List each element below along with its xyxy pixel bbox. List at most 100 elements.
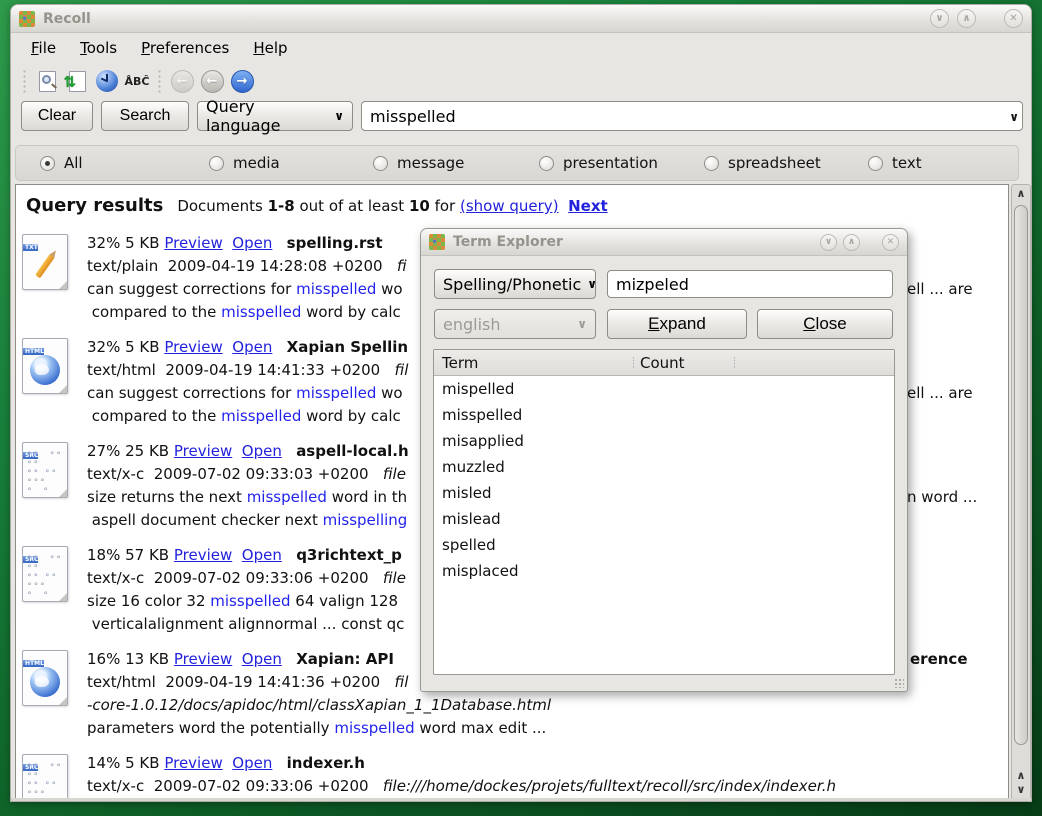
- radio-icon[interactable]: [539, 156, 554, 171]
- recoll-app-icon: [19, 11, 35, 27]
- expand-button[interactable]: Expand: [607, 309, 747, 339]
- menu-help[interactable]: Help: [243, 35, 297, 61]
- open-link[interactable]: Open: [242, 650, 282, 668]
- open-link[interactable]: Open: [242, 442, 282, 460]
- term-row[interactable]: mislead: [434, 506, 894, 532]
- category-label: presentation: [563, 154, 658, 172]
- preview-link[interactable]: Preview: [164, 754, 222, 772]
- preview-link[interactable]: Preview: [174, 442, 232, 460]
- menu-file[interactable]: File: [21, 35, 66, 61]
- term-row[interactable]: misled: [434, 480, 894, 506]
- category-filter-bar: All media message presentation spreadsheet te…: [15, 145, 1019, 181]
- dialog-title: Term Explorer: [453, 234, 814, 250]
- category-radio-text[interactable]: text: [868, 154, 922, 172]
- result-text: 18% 57 KB: [87, 546, 174, 564]
- radio-icon[interactable]: [373, 156, 388, 171]
- query-mode-select[interactable]: Query language ∨: [197, 101, 353, 131]
- radio-icon[interactable]: [209, 156, 224, 171]
- open-link[interactable]: Open: [242, 546, 282, 564]
- chevron-down-icon: ∨: [577, 317, 587, 331]
- scrollbar-thumb[interactable]: [1014, 205, 1028, 745]
- count-column-header[interactable]: Count: [640, 350, 685, 376]
- result-text: misspelled: [296, 384, 376, 402]
- result-text: [223, 234, 233, 252]
- menu-preferences[interactable]: Preferences: [131, 35, 239, 61]
- preview-link[interactable]: Preview: [164, 234, 222, 252]
- preview-link[interactable]: Preview: [174, 650, 232, 668]
- term-row[interactable]: muzzled: [434, 454, 894, 480]
- result-text: [282, 442, 296, 460]
- result-title: q3richtext_p: [296, 546, 402, 564]
- document-preview-icon[interactable]: [32, 67, 62, 95]
- result-text: misspelled: [296, 280, 376, 298]
- term-row[interactable]: mispelled: [434, 376, 894, 402]
- result-text: fil: [395, 673, 409, 691]
- maximize-icon[interactable]: ∧: [957, 9, 976, 28]
- scroll-down-icon[interactable]: ∨: [1012, 783, 1030, 797]
- search-input[interactable]: [361, 101, 1023, 131]
- expansion-mode-select[interactable]: Spelling/Phonetic ∨: [434, 269, 596, 299]
- category-radio-all[interactable]: All: [40, 154, 83, 172]
- open-link[interactable]: Open: [232, 754, 272, 772]
- results-title: Query results: [26, 195, 163, 216]
- open-link[interactable]: Open: [232, 338, 272, 356]
- radio-icon[interactable]: [868, 156, 883, 171]
- search-button[interactable]: Search: [101, 101, 189, 131]
- result-text: size 16 color 32: [87, 592, 210, 610]
- first-page-icon: ←: [167, 67, 197, 95]
- main-titlebar[interactable]: Recoll ∨ ∧ ✕: [11, 5, 1031, 33]
- term-row[interactable]: spelled: [434, 532, 894, 558]
- update-index-icon[interactable]: ⇅: [62, 67, 92, 95]
- close-icon[interactable]: ✕: [882, 234, 899, 251]
- result-text: [232, 650, 242, 668]
- result-line: 14% 5 KB Preview Open indexer.h: [87, 752, 1002, 775]
- category-radio-presentation[interactable]: presentation: [539, 154, 658, 172]
- toolbar-handle[interactable]: [22, 69, 27, 93]
- category-radio-spreadsheet[interactable]: spreadsheet: [704, 154, 821, 172]
- term-row[interactable]: misapplied: [434, 428, 894, 454]
- close-button[interactable]: Close: [757, 309, 893, 339]
- next-page-icon[interactable]: →: [227, 67, 257, 95]
- term-column-header[interactable]: Term: [442, 350, 478, 376]
- minimize-icon[interactable]: ∨: [930, 9, 949, 28]
- src-file-icon: SRC°° °°°°°° °°°°°° °: [22, 442, 68, 498]
- dialog-titlebar[interactable]: Term Explorer ∨ ∧ ✕: [421, 229, 907, 256]
- menu-tools[interactable]: Tools: [70, 35, 127, 61]
- result-text: word by calc: [301, 407, 400, 425]
- scroll-up-icon[interactable]: ∧: [1012, 187, 1030, 201]
- result-text: text/plain 2009-04-19 14:28:08 +0200: [87, 257, 397, 275]
- term-row[interactable]: misplaced: [434, 558, 894, 584]
- category-radio-media[interactable]: media: [209, 154, 280, 172]
- next-page-link[interactable]: Next: [568, 197, 608, 215]
- preview-link[interactable]: Preview: [164, 338, 222, 356]
- result-text: text/html 2009-04-19 14:41:36 +0200: [87, 673, 395, 691]
- scroll-up-icon[interactable]: ∧: [1012, 769, 1030, 783]
- term-explorer-abc-icon[interactable]: ÅBĈ: [122, 67, 152, 95]
- result-text: misspelled: [334, 719, 414, 737]
- results-scrollbar[interactable]: ∧ ∧ ∨: [1011, 184, 1031, 800]
- preview-link[interactable]: Preview: [174, 546, 232, 564]
- result-text-fragment: ell ... are: [907, 278, 973, 301]
- result-text: aspell document checker next: [87, 511, 323, 529]
- maximize-icon[interactable]: ∧: [843, 234, 860, 251]
- radio-icon[interactable]: [704, 156, 719, 171]
- open-link[interactable]: Open: [232, 234, 272, 252]
- clear-button[interactable]: Clear: [21, 101, 93, 131]
- window-title: Recoll: [43, 11, 922, 27]
- category-label: message: [397, 154, 464, 172]
- chevron-down-icon: ∨: [334, 109, 344, 123]
- term-row[interactable]: misspelled: [434, 402, 894, 428]
- term-table-header[interactable]: Term Count: [434, 350, 894, 376]
- src-file-icon: SRC°° °°°°°° °°°°°° °: [22, 754, 68, 800]
- result-text: misspelled: [221, 303, 301, 321]
- term-input[interactable]: [607, 270, 893, 298]
- result-text: misspelled: [210, 592, 290, 610]
- category-radio-message[interactable]: message: [373, 154, 464, 172]
- toolbar-handle[interactable]: [157, 69, 162, 93]
- minimize-icon[interactable]: ∨: [820, 234, 837, 251]
- resize-grip[interactable]: [894, 678, 904, 688]
- show-query-link[interactable]: (show query): [460, 197, 559, 215]
- radio-icon[interactable]: [40, 156, 55, 171]
- sort-by-date-icon[interactable]: [92, 67, 122, 95]
- close-icon[interactable]: ✕: [1004, 9, 1023, 28]
